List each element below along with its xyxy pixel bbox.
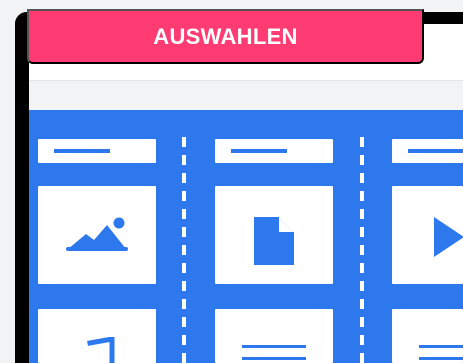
video-template-card[interactable]	[392, 186, 463, 284]
image-template-card[interactable]	[38, 186, 156, 284]
document-icon	[254, 217, 294, 265]
text-template-card[interactable]	[215, 309, 333, 363]
window-frame-left	[15, 12, 29, 363]
gallery-divider-1	[182, 137, 186, 363]
text-line-1	[242, 345, 306, 348]
image-icon	[66, 213, 128, 253]
gallery-divider-2	[360, 137, 364, 363]
template-header-3[interactable]	[392, 139, 463, 163]
select-button[interactable]: AUSWAHLEN	[27, 9, 424, 64]
list-line-1	[419, 345, 463, 348]
document-template-card[interactable]	[215, 186, 333, 284]
header-line	[231, 149, 287, 153]
header-line	[408, 149, 463, 153]
list-line-2	[419, 357, 463, 360]
music-icon	[82, 337, 122, 363]
text-line-2	[242, 357, 306, 360]
play-icon	[434, 217, 463, 257]
template-header-1[interactable]	[38, 139, 156, 163]
list-template-card[interactable]	[392, 309, 463, 363]
header-line	[54, 149, 110, 153]
template-header-2[interactable]	[215, 139, 333, 163]
audio-template-card[interactable]	[38, 309, 156, 363]
